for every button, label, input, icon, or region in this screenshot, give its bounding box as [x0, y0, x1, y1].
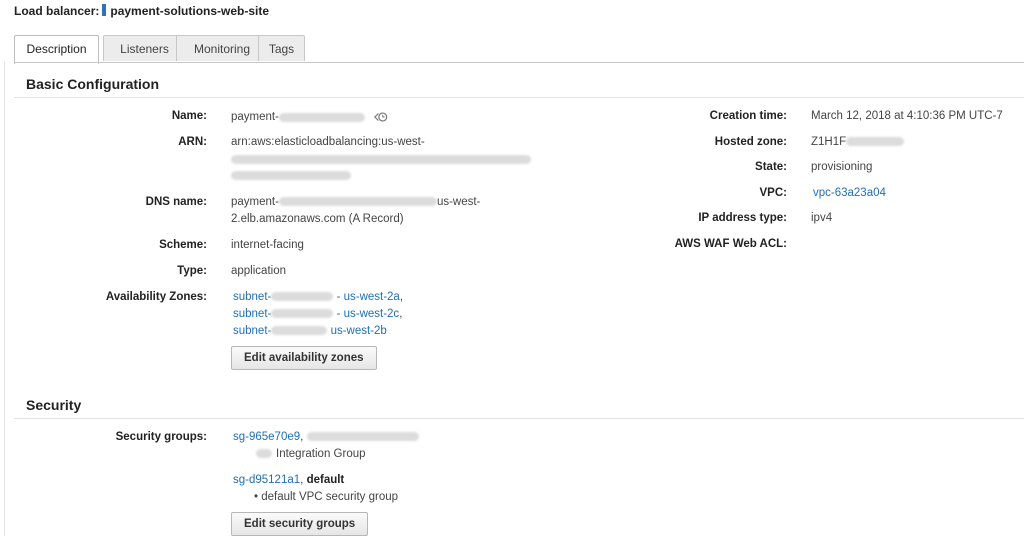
name-value: payment- — [231, 110, 388, 124]
redacted-text — [306, 432, 419, 442]
creation-time-key: Creation time: — [709, 110, 787, 122]
separator: , — [300, 431, 304, 443]
content-left-border — [4, 62, 5, 536]
load-balancer-header: Load balancer: payment-solutions-web-site — [14, 4, 269, 18]
security-group-link[interactable]: sg-965e70e9 — [233, 431, 300, 443]
security-group-row: sg-965e70e9, — [233, 431, 419, 443]
redacted-text — [271, 292, 334, 302]
arn-redacted — [231, 154, 531, 166]
security-group-desc-text: Integration Group — [276, 448, 366, 460]
redacted-text — [278, 112, 365, 122]
load-balancer-label: Load balancer: — [14, 4, 100, 18]
creation-time-value: March 12, 2018 at 4:10:36 PM UTC-7 — [811, 110, 1003, 122]
arn-redacted-2 — [231, 170, 351, 182]
type-key: Type: — [177, 265, 207, 277]
redacted-text — [271, 326, 328, 336]
redacted-text — [256, 449, 272, 459]
security-group-name: default — [306, 474, 345, 486]
dns-line2: 2.elb.amazonaws.com (A Record) — [231, 213, 404, 225]
tab-monitoring[interactable]: Monitoring — [176, 35, 268, 61]
subnet-link[interactable]: subnet- - us-west-2c — [233, 308, 399, 320]
dns-name-value: payment-us-west- — [231, 196, 480, 208]
dns-mid: us-west- — [436, 196, 481, 208]
tab-tags[interactable]: Tags — [258, 35, 305, 61]
az-item: subnet- - us-west-2c, — [233, 308, 402, 320]
subnet-link[interactable]: subnet- us-west-2b — [233, 325, 387, 337]
security-group-row: sg-d95121a1, default — [233, 474, 344, 486]
subnet-prefix: subnet- — [233, 291, 272, 303]
edit-security-groups-button[interactable]: Edit security groups — [231, 512, 369, 536]
type-value: application — [231, 265, 286, 277]
state-key: State: — [755, 161, 787, 173]
copy-history-icon[interactable] — [374, 110, 388, 124]
arn-key: ARN: — [178, 136, 207, 148]
name-key: Name: — [171, 110, 207, 122]
hosted-zone-text: Z1H1F — [811, 136, 847, 148]
redacted-text — [231, 155, 531, 165]
hosted-zone-key: Hosted zone: — [714, 136, 787, 148]
dns-name-key: DNS name: — [145, 196, 207, 208]
tab-divider — [14, 62, 1024, 63]
scheme-key: Scheme: — [159, 239, 207, 251]
redacted-text — [231, 171, 351, 181]
security-group-desc: Integration Group — [256, 448, 366, 460]
selection-marker — [102, 4, 107, 16]
subnet-zone: - us-west-2c — [336, 308, 400, 320]
subnet-zone: us-west-2b — [330, 325, 387, 337]
load-balancer-name: payment-solutions-web-site — [110, 4, 270, 18]
redacted-text — [846, 137, 905, 147]
section-divider — [14, 418, 1024, 419]
availability-zones-key: Availability Zones: — [105, 291, 207, 303]
security-group-link[interactable]: sg-d95121a1 — [233, 474, 300, 486]
security-title: Security — [26, 397, 82, 413]
ip-address-type-value: ipv4 — [811, 212, 833, 224]
vpc-key: VPC: — [759, 187, 787, 199]
az-item: subnet- us-west-2b — [233, 325, 387, 337]
scheme-value: internet-facing — [231, 239, 304, 251]
section-divider — [14, 97, 1024, 98]
separator: , — [300, 474, 304, 486]
state-value: provisioning — [811, 161, 873, 173]
az-item: subnet- - us-west-2a, — [233, 291, 403, 303]
separator: , — [399, 291, 404, 303]
hosted-zone-value: Z1H1F — [811, 136, 905, 148]
dns-prefix: payment- — [231, 196, 279, 208]
subnet-prefix: subnet- — [233, 308, 272, 320]
ip-address-type-key: IP address type: — [698, 212, 787, 224]
vpc-link[interactable]: vpc-63a23a04 — [813, 187, 886, 199]
subnet-zone: - us-west-2a — [336, 291, 400, 303]
subnet-link[interactable]: subnet- - us-west-2a — [233, 291, 400, 303]
security-group-desc: • default VPC security group — [254, 491, 399, 503]
redacted-text — [278, 197, 437, 207]
security-groups-key: Security groups: — [115, 431, 207, 443]
basic-configuration-title: Basic Configuration — [26, 76, 160, 92]
redacted-text — [271, 309, 334, 319]
name-text: payment- — [231, 111, 279, 124]
tab-description[interactable]: Description — [14, 35, 99, 64]
subnet-prefix: subnet- — [233, 325, 272, 337]
separator: , — [399, 308, 403, 320]
tab-listeners[interactable]: Listeners — [103, 35, 186, 61]
waf-key: AWS WAF Web ACL: — [674, 238, 787, 250]
arn-value: arn:aws:elasticloadbalancing:us-west- — [231, 136, 425, 148]
edit-availability-zones-button[interactable]: Edit availability zones — [231, 346, 377, 370]
